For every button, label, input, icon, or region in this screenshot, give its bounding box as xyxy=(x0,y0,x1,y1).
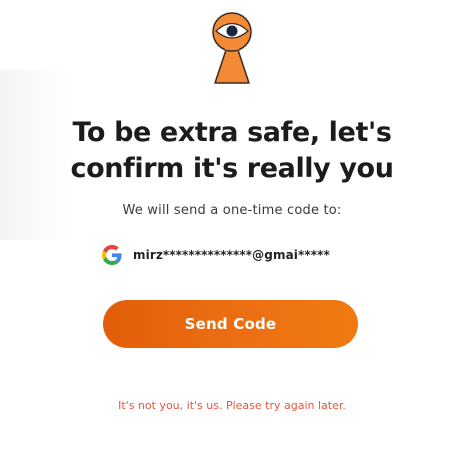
account-row: mirz**************@gmai***** xyxy=(102,243,330,267)
instruction-text: We will send a one-time code to: xyxy=(122,203,342,218)
send-code-button[interactable]: Send Code xyxy=(103,300,358,348)
error-message: It's not you, it's us. Please try again … xyxy=(118,399,346,412)
page-title-line-1: To be extra safe, let's xyxy=(72,117,392,148)
page-title-line-2: confirm it's really you xyxy=(70,153,394,184)
keyhole-eye-icon xyxy=(212,12,252,84)
masked-email: mirz**************@gmai***** xyxy=(133,248,330,262)
google-icon xyxy=(102,245,122,265)
verification-page: To be extra safe, let's confirm it's rea… xyxy=(0,0,464,464)
